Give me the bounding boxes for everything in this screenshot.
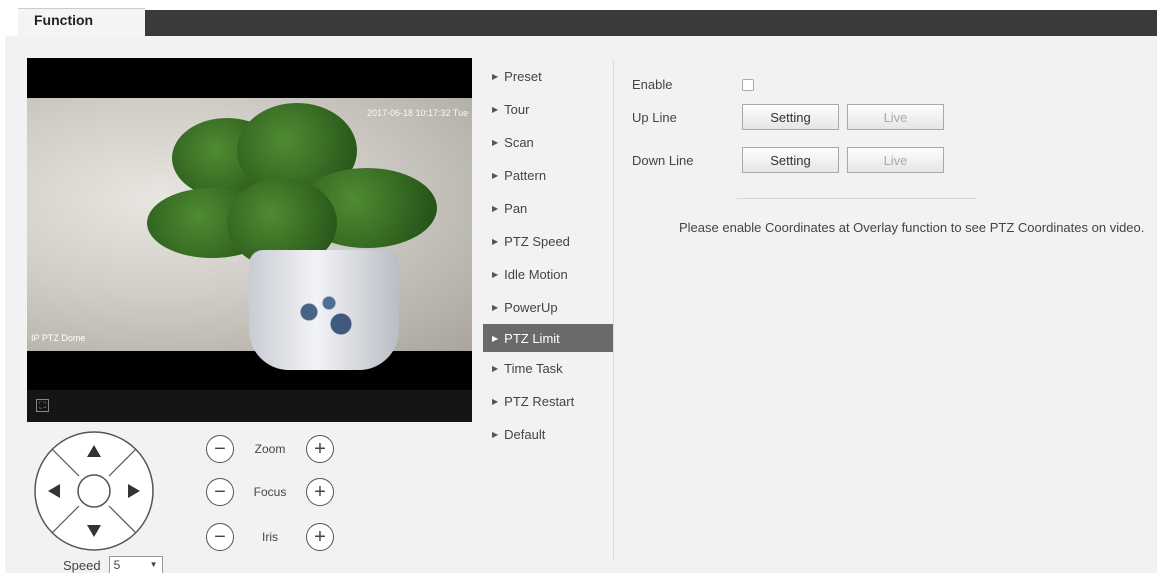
top-bar-strip: [145, 10, 1157, 36]
caret-right-icon: ▶: [492, 270, 499, 279]
zoom-in-button[interactable]: +: [306, 435, 334, 463]
menu-item-pan[interactable]: ▶ Pan: [483, 192, 613, 225]
caret-right-icon: ▶: [492, 364, 499, 373]
function-menu: ▶ Preset ▶ Tour ▶ Scan ▶ Pattern ▶ Pan ▶ PTZ Speed ▶…: [483, 60, 613, 451]
speed-label: Speed: [63, 557, 101, 573]
ptz-direction-pad[interactable]: [33, 430, 155, 552]
up-line-setting-button[interactable]: Setting: [742, 104, 839, 130]
iris-minus-button[interactable]: −: [206, 523, 234, 551]
chevron-down-icon: ▼: [149, 560, 158, 569]
menu-item-label: PowerUp: [504, 300, 558, 315]
menu-item-powerup[interactable]: ▶ PowerUp: [483, 291, 613, 324]
menu-item-ptz-limit[interactable]: ▶ PTZ Limit: [483, 324, 613, 352]
video-timestamp: 2017-06-18 10:17:32 Tue: [367, 108, 469, 118]
menu-item-label: Pattern: [504, 168, 547, 183]
focus-control: − Focus +: [206, 477, 334, 507]
menu-item-preset[interactable]: ▶ Preset: [483, 60, 613, 93]
menu-item-label: Scan: [504, 135, 534, 150]
menu-item-ptz-restart[interactable]: ▶ PTZ Restart: [483, 385, 613, 418]
menu-item-ptz-speed[interactable]: ▶ PTZ Speed: [483, 225, 613, 258]
iris-plus-button[interactable]: +: [306, 523, 334, 551]
menu-divider: [613, 60, 614, 560]
fullscreen-icon[interactable]: ⛶: [36, 399, 49, 412]
up-line-live-button[interactable]: Live: [847, 104, 944, 130]
caret-right-icon: ▶: [492, 204, 499, 213]
tab-function[interactable]: Function: [18, 8, 145, 36]
zoom-control: − Zoom +: [206, 434, 334, 464]
pot-pattern: [285, 288, 365, 348]
coordinates-note: Please enable Coordinates at Overlay fun…: [679, 220, 1145, 235]
speed-control: Speed 5 ▼: [63, 556, 163, 573]
caret-right-icon: ▶: [492, 72, 499, 81]
menu-item-label: Time Task: [504, 361, 563, 376]
menu-item-label: Idle Motion: [504, 267, 568, 282]
focus-label: Focus: [253, 485, 287, 499]
up-line-row: Up Line Setting Live: [632, 104, 952, 130]
menu-item-scan[interactable]: ▶ Scan: [483, 126, 613, 159]
down-line-row: Down Line Setting Live: [632, 147, 952, 173]
menu-item-time-task[interactable]: ▶ Time Task: [483, 352, 613, 385]
caret-right-icon: ▶: [492, 237, 499, 246]
iris-label: Iris: [262, 530, 278, 544]
zoom-out-button[interactable]: −: [206, 435, 234, 463]
ptz-center-button[interactable]: [77, 474, 111, 508]
enable-row: Enable: [632, 77, 754, 92]
speed-value: 5: [113, 558, 121, 572]
down-line-label: Down Line: [632, 152, 694, 168]
menu-item-label: Pan: [504, 201, 528, 216]
menu-item-default[interactable]: ▶ Default: [483, 418, 613, 451]
menu-item-label: PTZ Limit: [504, 330, 560, 346]
caret-right-icon: ▶: [492, 105, 499, 114]
enable-checkbox[interactable]: [742, 78, 754, 91]
down-line-setting-button[interactable]: Setting: [742, 147, 839, 173]
speed-select[interactable]: 5 ▼: [108, 556, 163, 573]
menu-item-tour[interactable]: ▶ Tour: [483, 93, 613, 126]
caret-right-icon: ▶: [492, 138, 499, 147]
menu-item-idle-motion[interactable]: ▶ Idle Motion: [483, 258, 613, 291]
caret-right-icon: ▶: [492, 333, 499, 343]
down-line-live-button[interactable]: Live: [847, 147, 944, 173]
caret-right-icon: ▶: [492, 171, 499, 180]
enable-label: Enable: [632, 77, 673, 92]
video-osd-label: IP PTZ Dome: [31, 333, 86, 343]
menu-item-pattern[interactable]: ▶ Pattern: [483, 159, 613, 192]
menu-item-label: Preset: [504, 69, 542, 84]
menu-item-label: Tour: [504, 102, 530, 117]
iris-control: − Iris +: [206, 522, 334, 552]
top-bar: Function: [0, 0, 1157, 36]
menu-item-label: PTZ Restart: [504, 394, 575, 409]
menu-item-label: Default: [504, 427, 546, 442]
caret-right-icon: ▶: [492, 303, 499, 312]
caret-right-icon: ▶: [492, 430, 499, 439]
video-toolbar: [27, 390, 472, 422]
menu-item-label: PTZ Speed: [504, 234, 570, 249]
video-preview[interactable]: 2017-06-18 10:17:32 Tue IP PTZ Dome: [27, 58, 472, 422]
zoom-label: Zoom: [254, 442, 286, 456]
up-line-label: Up Line: [632, 109, 677, 125]
focus-plus-button[interactable]: +: [306, 478, 334, 506]
caret-right-icon: ▶: [492, 397, 499, 406]
panel-divider: [737, 198, 977, 199]
focus-minus-button[interactable]: −: [206, 478, 234, 506]
